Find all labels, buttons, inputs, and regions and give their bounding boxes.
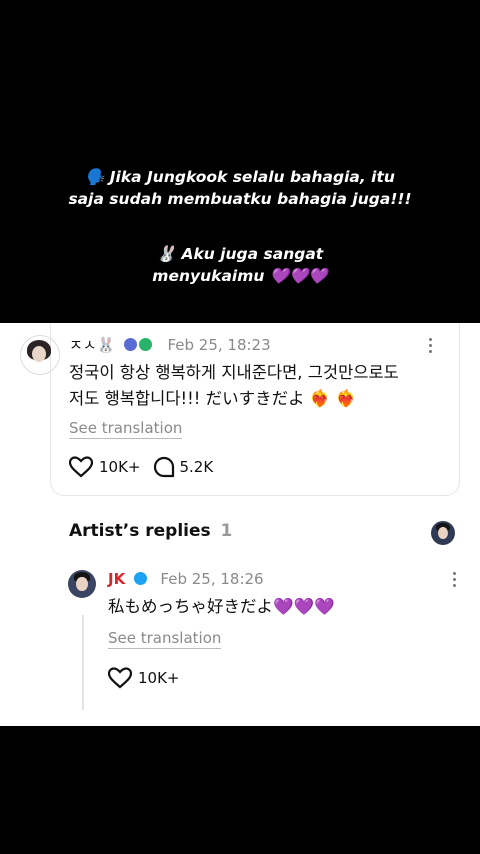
reply-actions: 10K+ bbox=[108, 667, 180, 689]
reply-username[interactable]: JK bbox=[108, 570, 125, 588]
reply-text: 私もめっちゃ好きだよ💜💜💜 bbox=[108, 597, 335, 616]
post-see-translation-wrap: See translation bbox=[69, 418, 183, 439]
reply-more-options-icon[interactable] bbox=[453, 572, 457, 590]
post-text-line-2: 저도 행복합니다!!! だいすきだよ ❤️‍🔥 ❤️‍🔥 bbox=[69, 389, 357, 408]
reply-like-count: 10K+ bbox=[138, 669, 180, 687]
verified-badge-icon bbox=[139, 338, 153, 351]
user-avatar[interactable] bbox=[20, 335, 60, 375]
overlay-caption-1-line-b: saja sudah membuatku bahagia juga!!! bbox=[68, 190, 412, 208]
post-actions: 10K+ 5.2K bbox=[69, 456, 213, 478]
reply-see-translation-link[interactable]: See translation bbox=[108, 629, 222, 649]
verified-check-icon bbox=[134, 572, 148, 585]
reply-like-heart-icon[interactable] bbox=[108, 667, 132, 689]
post-like-count: 10K+ bbox=[99, 458, 141, 476]
post-more-options-icon[interactable] bbox=[429, 338, 433, 356]
artist-replies-count: 1 bbox=[220, 521, 233, 541]
overlay-caption-1: 🗣️ Jika Jungkook selalu bahagia, itu saj… bbox=[0, 166, 480, 210]
post-text: 정국이 항상 행복하게 지내준다면, 그것만으로도 저도 행복합니다!!! だい… bbox=[69, 360, 399, 412]
artist-replies-title: Artist’s replies bbox=[69, 521, 211, 541]
overlay-caption-2-line-a: 🐰 Aku juga sangat bbox=[156, 245, 324, 263]
post-see-translation-link[interactable]: See translation bbox=[69, 419, 183, 439]
membership-badge-icon bbox=[124, 338, 138, 351]
reply-timestamp: Feb 25, 18:26 bbox=[160, 570, 264, 588]
overlay-caption-1-line-a: 🗣️ Jika Jungkook selalu bahagia, itu bbox=[85, 168, 395, 186]
like-heart-icon[interactable] bbox=[69, 456, 93, 478]
post-username[interactable]: ㅈㅅ🐰 bbox=[69, 336, 115, 354]
comment-bubble-icon[interactable] bbox=[153, 456, 175, 478]
overlay-caption-2-line-b: menyukaimu 💜💜💜 bbox=[152, 267, 328, 285]
post-timestamp: Feb 25, 18:23 bbox=[167, 336, 271, 354]
artist-avatar[interactable] bbox=[68, 570, 96, 598]
post-comment-count: 5.2K bbox=[179, 458, 214, 476]
reply-thread-line bbox=[82, 615, 84, 710]
artist-replies-header: Artist’s replies 1 bbox=[69, 521, 232, 541]
reply-see-translation-wrap: See translation bbox=[108, 628, 222, 649]
reply-header: JK Feb 25, 18:26 bbox=[108, 569, 264, 588]
post-header: ㅈㅅ🐰 Feb 25, 18:23 bbox=[69, 334, 271, 355]
post-text-line-1: 정국이 항상 행복하게 지내준다면, 그것만으로도 bbox=[69, 363, 399, 382]
overlay-caption-2: 🐰 Aku juga sangat menyukaimu 💜💜💜 bbox=[0, 243, 480, 287]
artist-avatar-small[interactable] bbox=[431, 521, 455, 545]
